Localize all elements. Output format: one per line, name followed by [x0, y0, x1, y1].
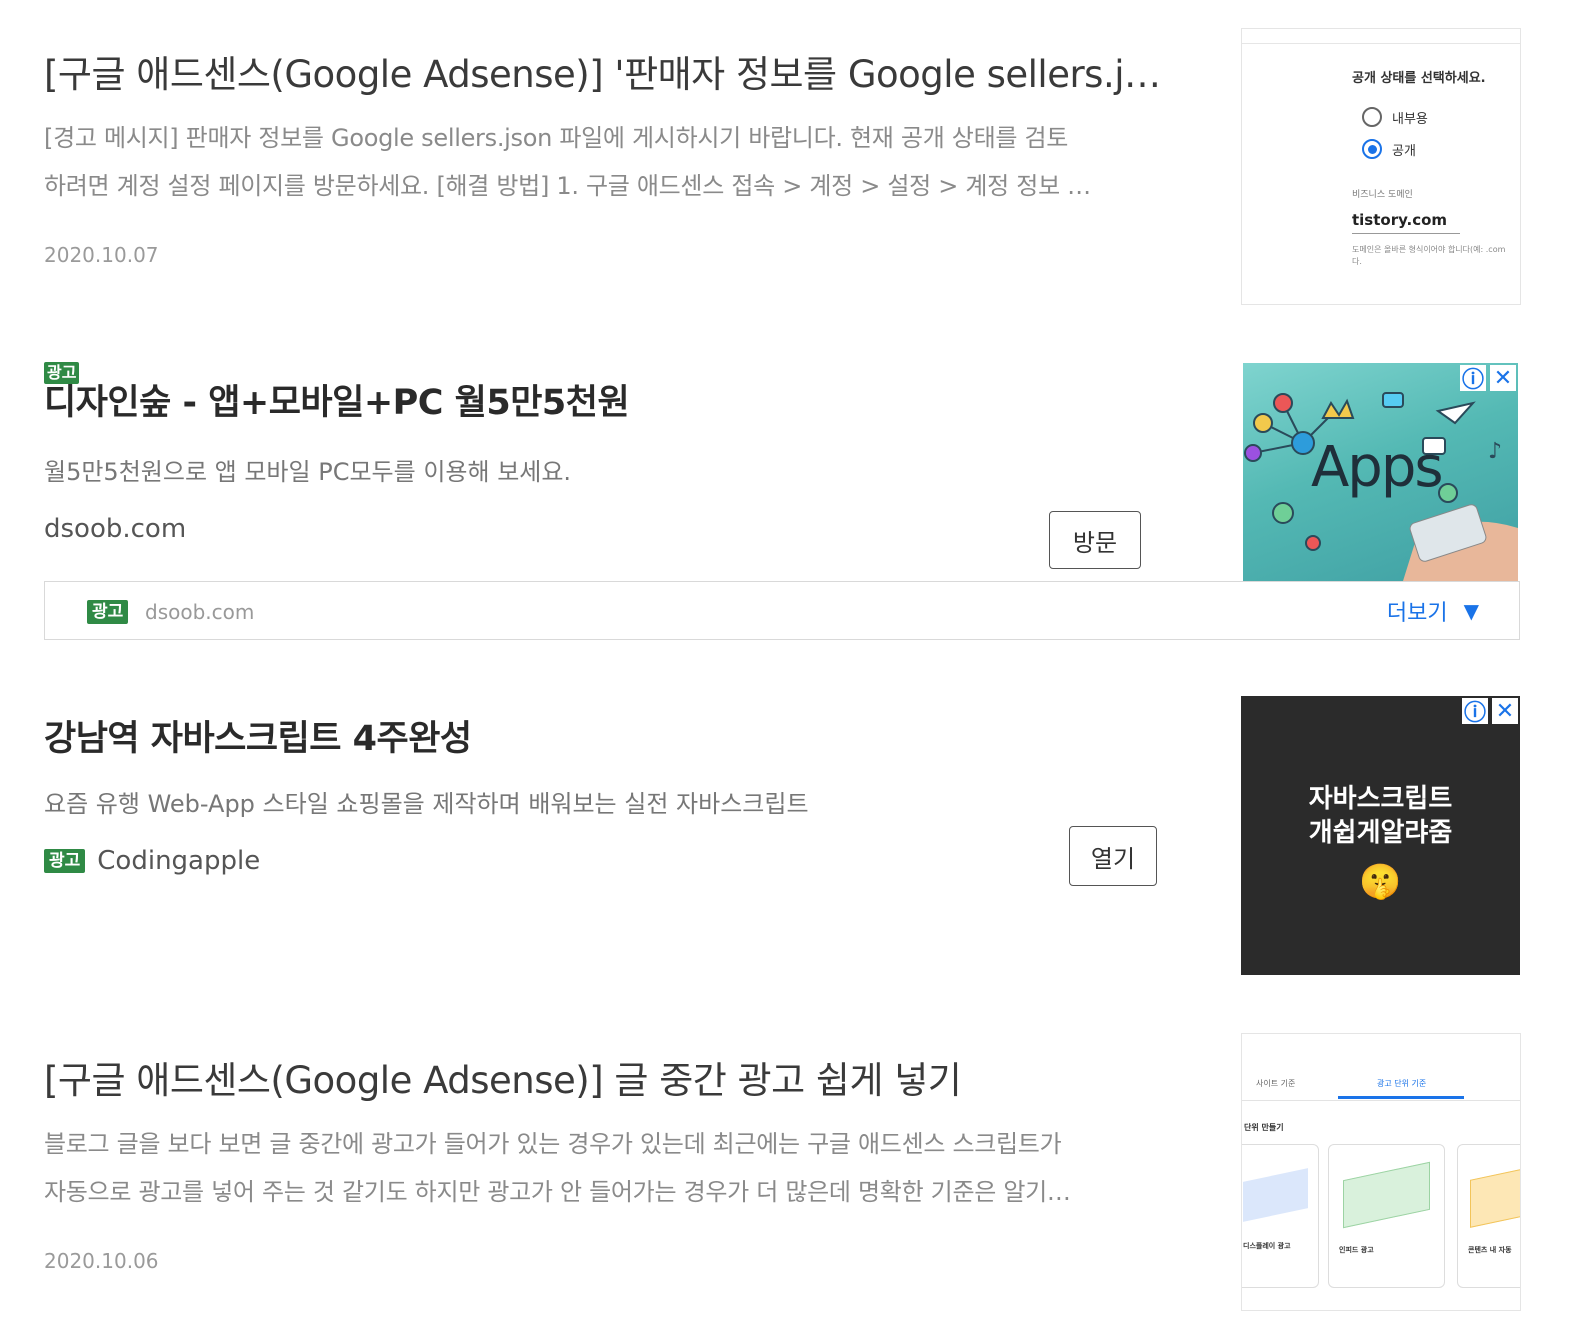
- post-title[interactable]: [구글 애드센스(Google Adsense)] 글 중간 광고 쉽게 넣기: [44, 1050, 1174, 1104]
- ad-title[interactable]: 디자인숲 - 앱+모바일+PC 월5만5천원: [44, 374, 630, 425]
- ad-description[interactable]: 월5만5천원으로 앱 모바일 PC모두를 이용해 보세요.: [44, 452, 571, 487]
- open-button[interactable]: 열기: [1069, 826, 1157, 886]
- close-icon[interactable]: ✕: [1490, 365, 1516, 391]
- ad-domain[interactable]: dsoob.com: [44, 514, 186, 544]
- excerpt-line: [경고 메시지] 판매자 정보를 Google sellers.json 파일에…: [44, 124, 1069, 152]
- post-date: 2020.10.06: [44, 1249, 159, 1273]
- ad-badge: 광고: [44, 849, 86, 873]
- radio-icon: [1362, 107, 1382, 127]
- ad-image-line: 자바스크립트: [1308, 784, 1453, 814]
- excerpt-line: 하려면 계정 설정 페이지를 방문하세요. [해결 방법] 1. 구글 애드센스…: [44, 172, 1091, 200]
- ad-footer-domain[interactable]: dsoob.com: [145, 600, 254, 624]
- post-title[interactable]: [구글 애드센스(Google Adsense)] '판매자 정보를 Googl…: [44, 44, 1174, 98]
- ad-title[interactable]: 강남역 자바스크립트 4주완성: [44, 710, 472, 761]
- visit-button[interactable]: 방문: [1049, 511, 1141, 569]
- post-date: 2020.10.07: [44, 243, 159, 267]
- thumb-question: 공개 상태를 선택하세요.: [1352, 71, 1486, 86]
- shushing-face-icon: 🤫: [1359, 862, 1402, 902]
- radio-public: 공개: [1362, 139, 1416, 159]
- thumb-tab: 사이트 기준: [1256, 1079, 1296, 1088]
- info-icon[interactable]: ⓘ: [1462, 698, 1488, 726]
- post-excerpt: 블로그 글을 보다 보면 글 중간에 광고가 들어가 있는 경우가 있는데 최근…: [44, 1120, 1174, 1216]
- radio-selected-icon: [1362, 139, 1382, 159]
- more-label: 더보기: [1386, 601, 1448, 626]
- thumb-card: 디스플레이 광고: [1242, 1144, 1319, 1288]
- thumb-tab: 광고 단위 기준: [1377, 1079, 1427, 1088]
- ad-description[interactable]: 요즘 유행 Web-App 스타일 쇼핑몰을 제작하며 배워보는 실전 자바스크…: [44, 784, 809, 819]
- thumb-card: 인피드 광고: [1328, 1144, 1445, 1288]
- ad-image[interactable]: 자바스크립트 개쉽게알랴줌 🤫 ⓘ ✕: [1241, 696, 1520, 975]
- post-thumbnail[interactable]: 공개 상태를 선택하세요. 내부용 공개 비즈니스 도메인 tistory.co…: [1241, 28, 1521, 305]
- excerpt-line: 자동으로 광고를 넣어 주는 것 같기도 하지만 광고가 안 들어가는 경우가 …: [44, 1178, 1071, 1206]
- domain-hint: 도메인은 올바른 형식이어야 합니다(예: .com 다.: [1352, 245, 1506, 266]
- post-thumbnail[interactable]: 사이트 기준 광고 단위 기준 단위 만들기 디스플레이 광고 인피드 광고 콘…: [1241, 1033, 1521, 1311]
- ad-image-text: Apps: [1311, 435, 1444, 500]
- radio-internal: 내부용: [1362, 107, 1428, 127]
- radio-label: 공개: [1392, 143, 1416, 159]
- ad-image[interactable]: ♪ Apps ⓘ ✕: [1243, 363, 1518, 581]
- ad-advertiser-row: 광고 Codingapple: [44, 846, 260, 876]
- ad-image-line: 개쉽게알랴줌: [1308, 818, 1453, 848]
- adchoices[interactable]: ⓘ ✕: [1462, 698, 1518, 726]
- ad-badge: 광고: [87, 600, 129, 624]
- domain-value: tistory.com: [1352, 211, 1448, 229]
- thumb-heading: 단위 만들기: [1244, 1123, 1284, 1132]
- svg-text:♪: ♪: [1488, 439, 1502, 464]
- ad-advertiser[interactable]: Codingapple: [97, 846, 260, 876]
- info-icon[interactable]: ⓘ: [1460, 365, 1486, 393]
- close-icon[interactable]: ✕: [1492, 698, 1518, 724]
- radio-label: 내부용: [1392, 111, 1428, 127]
- adchoices[interactable]: ⓘ ✕: [1460, 365, 1516, 393]
- caret-down-icon: ▼: [1463, 599, 1479, 623]
- ad-image-text: 자바스크립트 개쉽게알랴줌: [1241, 782, 1520, 850]
- domain-label: 비즈니스 도메인: [1352, 190, 1413, 200]
- ad-footer-bar: 광고 dsoob.com 더보기 ▼: [44, 581, 1520, 640]
- excerpt-line: 블로그 글을 보다 보면 글 중간에 광고가 들어가 있는 경우가 있는데 최근…: [44, 1130, 1062, 1158]
- more-button[interactable]: 더보기 ▼: [1387, 595, 1479, 627]
- thumb-card: 콘텐츠 내 자동: [1457, 1144, 1520, 1288]
- post-excerpt: [경고 메시지] 판매자 정보를 Google sellers.json 파일에…: [44, 114, 1174, 210]
